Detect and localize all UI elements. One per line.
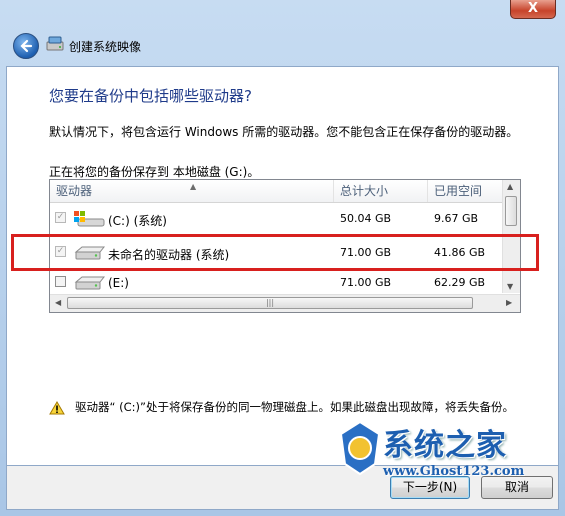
drive-total-size: 71.00 GB [340,276,392,289]
column-label-drive: 驱动器 [56,184,93,198]
site-watermark: 系统之家 www.Ghost123.com [335,418,555,493]
windows-drive-icon [74,211,105,227]
page-heading: 您要在备份中包括哪些驱动器? [49,87,252,105]
horizontal-scroll-thumb[interactable]: ||| [67,297,473,309]
column-header-total[interactable]: 总计大小 [334,180,428,202]
drive-used-space: 9.67 GB [434,212,479,225]
drive-checkbox[interactable] [55,276,66,287]
hard-drive-icon [74,276,106,290]
watermark-title: 系统之家 [383,428,507,463]
vertical-scroll-thumb[interactable] [505,196,517,226]
scroll-right-icon[interactable]: ▶ [506,298,512,307]
drive-row-e[interactable]: (E:) 71.00 GB 62.29 GB [50,270,503,294]
watermark-url: www.Ghost123.com [383,464,525,479]
drive-used-space: 62.29 GB [434,276,486,289]
watermark-logo-icon [339,420,381,476]
drive-name: (E:) [108,276,129,290]
back-arrow-icon [20,39,33,53]
scroll-down-icon[interactable]: ▼ [507,282,513,291]
column-header-drive[interactable]: 驱动器 ▲ [50,180,334,202]
scroll-up-icon[interactable]: ▲ [507,182,513,191]
scroll-left-icon[interactable]: ◀ [55,298,61,307]
warning-icon [49,401,65,415]
column-header-used[interactable]: 已用空间 [428,180,503,202]
drive-total-size: 50.04 GB [340,212,392,225]
highlight-annotation-box [11,234,539,271]
wizard-titlebar: 创建系统映像 [6,30,559,66]
wizard-title: 创建系统映像 [69,40,142,54]
warning-text: 驱动器“ (C:)”处于将保存备份的同一物理磁盘上。如果此磁盘出现故障，将丢失备… [75,400,514,414]
window-frame: X 创建系统映像 您要在备份中包括哪些驱动器? 默认情况下，将包含运行 Wind… [0,0,565,516]
save-location-text: 正在将您的备份保存到 本地磁盘 (G:)。 [49,165,260,179]
drive-checkbox[interactable]: ✓ [55,212,66,223]
horizontal-scrollbar[interactable]: ◀ ||| ▶ [50,294,520,312]
close-button[interactable]: X [510,0,556,19]
drive-name: (C:) (系统) [108,214,167,228]
page-description: 默认情况下，将包含运行 Windows 所需的驱动器。您不能包含正在保存备份的驱… [49,125,519,139]
sort-caret-icon: ▲ [190,182,197,191]
back-button[interactable] [13,33,39,59]
drive-row-c[interactable]: ✓ (C:) (系统) 50.04 GB 9.67 GB [50,202,503,236]
list-header: 驱动器 ▲ 总计大小 已用空间 [50,180,503,203]
backup-wizard-icon [46,36,64,51]
